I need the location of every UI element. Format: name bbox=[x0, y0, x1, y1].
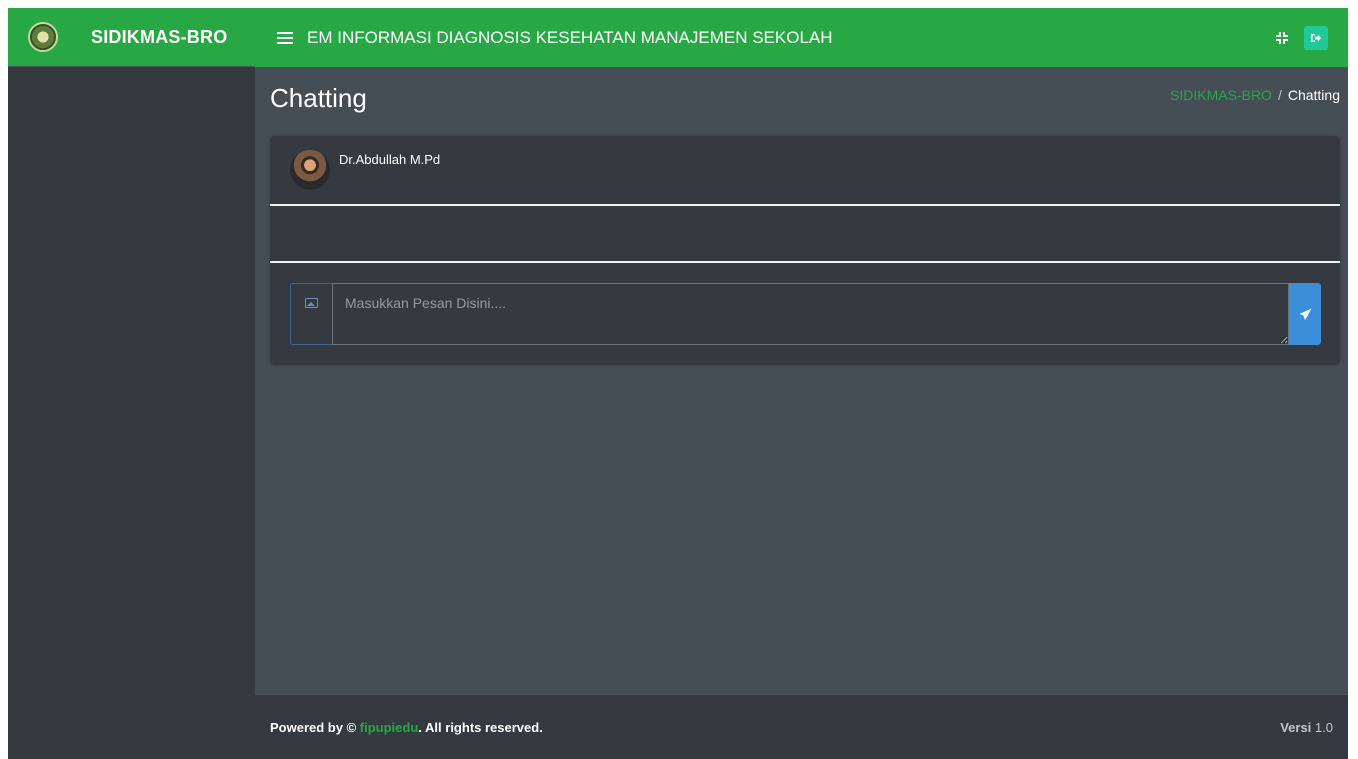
footer-rights: . All rights reserved. bbox=[418, 719, 543, 735]
page-title: Chatting bbox=[270, 83, 367, 113]
message-input-row bbox=[290, 283, 1321, 345]
footer-version-number: 1.0 bbox=[1314, 719, 1333, 735]
breadcrumb-home-link[interactable]: SIDIKMAS-BRO bbox=[1170, 87, 1272, 103]
content: Chatting SIDIKMAS-BRO / Chatting Dr.Abdu… bbox=[255, 67, 1348, 694]
app-title: EM INFORMASI DIAGNOSIS KESEHATAN MANAJEM… bbox=[307, 27, 833, 47]
footer: Powered by © fipupiedu. All rights reser… bbox=[255, 694, 1348, 759]
topbar: EM INFORMASI DIAGNOSIS KESEHATAN MANAJEM… bbox=[255, 8, 1348, 67]
compress-icon[interactable] bbox=[1270, 26, 1294, 50]
paper-plane-icon bbox=[1299, 308, 1311, 320]
topbar-actions bbox=[1270, 25, 1328, 50]
chat-card: Dr.Abdullah M.Pd bbox=[270, 136, 1340, 365]
chat-footer bbox=[270, 263, 1340, 363]
footer-powered-by: Powered by © bbox=[270, 719, 357, 735]
image-upload-button[interactable] bbox=[290, 283, 332, 345]
chat-header: Dr.Abdullah M.Pd bbox=[270, 136, 1340, 206]
brand-name: SIDIKMAS-BRO bbox=[91, 26, 228, 47]
sidebar: SIDIKMAS-BRO bbox=[8, 8, 255, 759]
footer-copyright: Powered by © fipupiedu. All rights reser… bbox=[270, 720, 543, 735]
image-icon bbox=[305, 298, 318, 308]
footer-brand-link[interactable]: fipupiedu bbox=[360, 720, 419, 735]
breadcrumb-current: Chatting bbox=[1287, 87, 1340, 103]
message-input[interactable] bbox=[332, 283, 1289, 345]
brand[interactable]: SIDIKMAS-BRO bbox=[8, 8, 255, 67]
app-window: SIDIKMAS-BRO EM INFORMASI DIAGNOSIS KESE… bbox=[8, 8, 1348, 759]
avatar bbox=[290, 150, 330, 190]
hamburger-icon[interactable] bbox=[277, 31, 293, 44]
footer-version: Versi 1.0 bbox=[1280, 720, 1333, 735]
footer-version-label: Versi bbox=[1280, 719, 1312, 735]
message-list bbox=[270, 206, 1340, 263]
send-button[interactable] bbox=[1289, 283, 1321, 345]
contact-name: Dr.Abdullah M.Pd bbox=[339, 152, 441, 167]
brand-logo bbox=[28, 22, 58, 52]
breadcrumb: SIDIKMAS-BRO / Chatting bbox=[1170, 87, 1340, 103]
sign-out-icon[interactable] bbox=[1304, 25, 1328, 50]
breadcrumb-separator: / bbox=[1277, 87, 1282, 103]
